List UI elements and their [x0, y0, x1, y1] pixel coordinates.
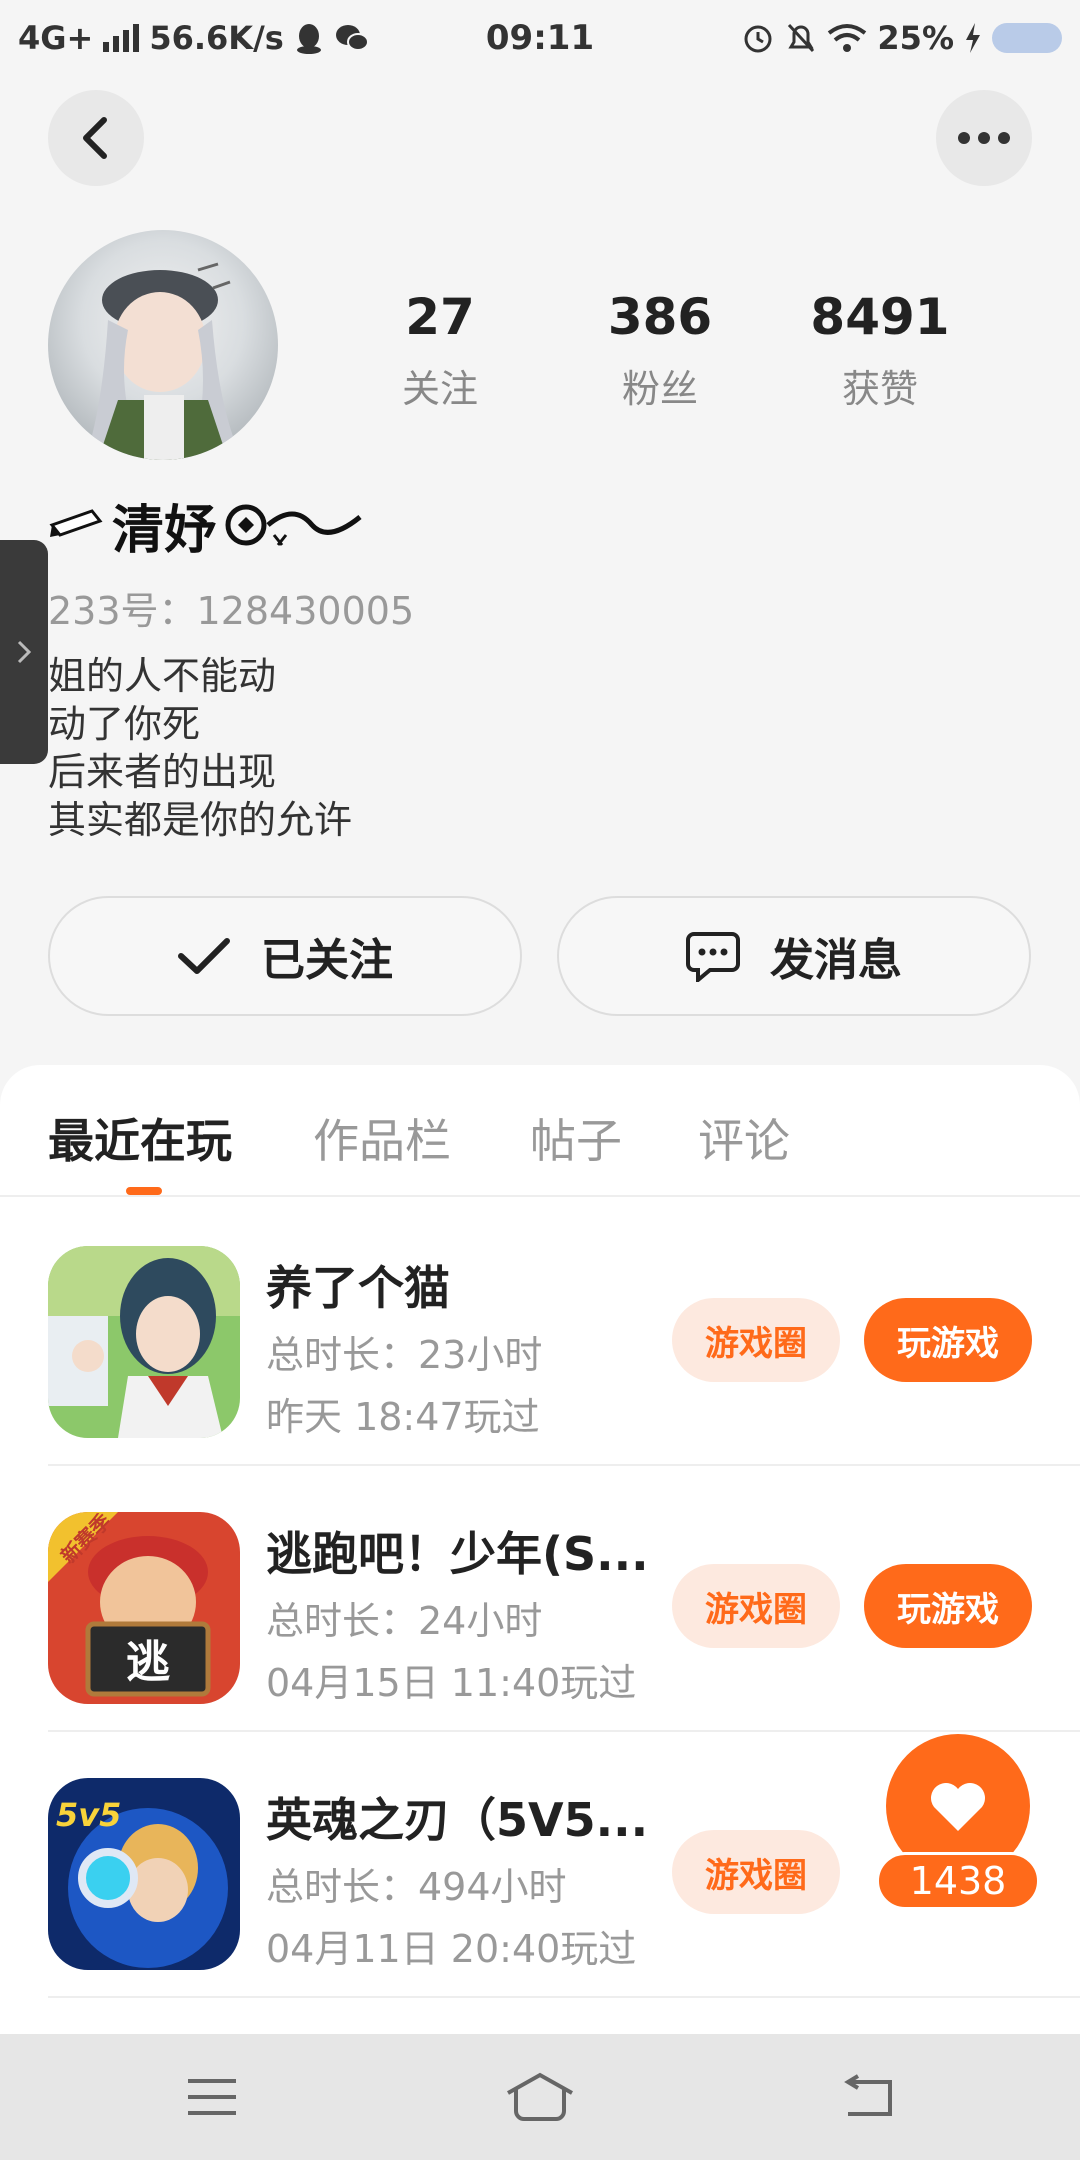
tab-indicator [126, 1187, 162, 1195]
home-icon [507, 2072, 573, 2121]
stat-likes[interactable]: 8491 获赞 [770, 288, 990, 413]
tab-bar: 最近在玩 作品栏 帖子 评论 [0, 1065, 1080, 1197]
stat-following[interactable]: 27 关注 [330, 288, 550, 413]
pencil-icon [49, 509, 103, 537]
send-message-button[interactable]: 发消息 [557, 896, 1031, 1016]
game-last-played: 04月15日 11:40玩过 [266, 1661, 637, 1705]
like-count: 1438 [876, 1852, 1040, 1910]
user-id: 233号：128430005 [48, 589, 415, 633]
game-icon[interactable]: 新赛季 逃 [48, 1512, 240, 1704]
home-button[interactable] [504, 2064, 576, 2130]
bio-line: 其实都是你的允许 [48, 798, 353, 842]
status-bar: 4G+ 56.6K/s 09:11 25% [0, 0, 1080, 76]
stat-value: 386 [607, 288, 713, 346]
heart-icon [931, 1783, 985, 1831]
play-game-button[interactable]: 玩游戏 [864, 1298, 1032, 1382]
game-duration: 总时长：494小时 [266, 1865, 567, 1909]
more-dots-icon [958, 132, 1010, 144]
tab-comments[interactable]: 评论 [698, 1105, 790, 1171]
check-icon [178, 938, 230, 974]
avatar[interactable] [48, 230, 278, 460]
game-circle-button[interactable]: 游戏圈 [672, 1298, 840, 1382]
return-icon [844, 2074, 892, 2116]
game-last-played: 昨天 18:47玩过 [266, 1395, 540, 1439]
side-panel-handle[interactable] [0, 540, 48, 764]
menu-button[interactable] [176, 2064, 248, 2130]
game3-badge: 5v5 [56, 1796, 121, 1834]
followed-label: 已关注 [261, 935, 393, 986]
back-button[interactable] [48, 90, 144, 186]
game-row[interactable]: 新赛季 逃 逃跑吧！少年(S... 总时长：24小时 04月15日 11:40玩… [48, 1466, 1080, 1732]
stat-value: 27 [405, 288, 475, 346]
game-title: 逃跑吧！少年(S... [266, 1527, 649, 1581]
username: 清妤 [48, 490, 364, 561]
game-icon[interactable] [48, 1246, 240, 1438]
game-circle-button[interactable]: 游戏圈 [672, 1564, 840, 1648]
tab-posts[interactable]: 帖子 [530, 1105, 622, 1171]
game-row[interactable]: 养了个猫 总时长：23小时 昨天 18:47玩过 游戏圈 玩游戏 [48, 1200, 1080, 1466]
stat-followers[interactable]: 386 粉丝 [550, 288, 770, 413]
followed-button[interactable]: 已关注 [48, 896, 522, 1016]
send-message-label: 发消息 [770, 935, 902, 986]
stat-value: 8491 [810, 288, 950, 346]
chevron-left-icon [83, 117, 107, 159]
clock: 09:11 [485, 18, 595, 58]
game-duration: 总时长：23小时 [266, 1333, 543, 1377]
chat-bubble-icon [686, 932, 740, 982]
bio-line: 动了你死 [48, 702, 201, 746]
decoration-icon [225, 504, 362, 546]
game-title: 英魂之刃（5V5... [266, 1793, 649, 1847]
tab-works[interactable]: 作品栏 [313, 1105, 451, 1171]
game2-sign: 逃 [126, 1637, 170, 1688]
user-bio: 姐的人不能动 动了你死 后来者的出现 其实都是你的允许 [48, 652, 352, 844]
game-last-played: 04月11日 20:40玩过 [266, 1927, 637, 1971]
menu-icon [188, 2079, 236, 2115]
play-game-button[interactable]: 玩游戏 [864, 1564, 1032, 1648]
floating-like-button[interactable]: 1438 [876, 1734, 1040, 1910]
bio-line: 姐的人不能动 [48, 654, 277, 698]
game-icon[interactable]: 5v5 [48, 1778, 240, 1970]
profile-stats: 27 关注 386 粉丝 8491 获赞 [330, 288, 990, 413]
game-circle-button[interactable]: 游戏圈 [672, 1830, 840, 1914]
game-title: 养了个猫 [266, 1261, 450, 1315]
stat-label: 粉丝 [621, 367, 698, 411]
username-text: 清妤 [112, 500, 217, 561]
chevron-right-icon [17, 640, 32, 664]
stat-label: 获赞 [841, 367, 918, 411]
game-duration: 总时长：24小时 [266, 1599, 543, 1643]
tab-recently-played[interactable]: 最近在玩 [48, 1105, 232, 1171]
more-button[interactable] [936, 90, 1032, 186]
stat-label: 关注 [401, 367, 478, 411]
back-nav-button[interactable] [832, 2064, 904, 2130]
bio-line: 后来者的出现 [48, 750, 277, 794]
system-nav-bar [0, 2034, 1080, 2160]
